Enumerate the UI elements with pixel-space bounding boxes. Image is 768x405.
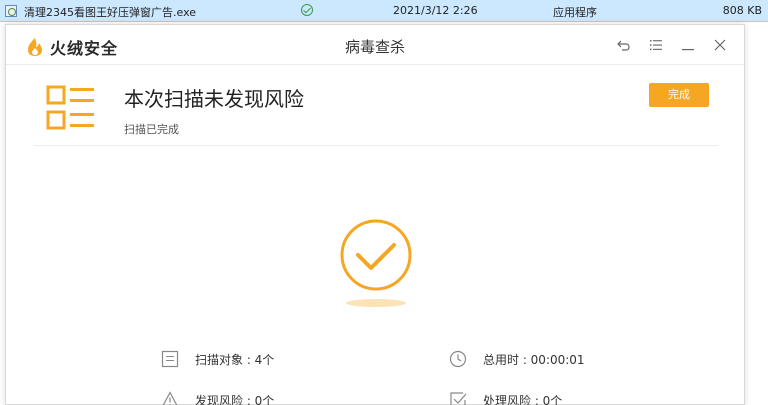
sync-status-icon — [301, 4, 313, 16]
report-list-icon — [46, 85, 94, 130]
file-date: 2021/3/12 2:26 — [393, 4, 478, 17]
titlebar[interactable]: 火绒安全 病毒查杀 — [6, 25, 744, 65]
stat-total-time: 总用时 : 00:00:01 — [449, 350, 585, 368]
result-title: 本次扫描未发现风险 — [124, 87, 304, 111]
window-controls — [600, 37, 728, 53]
stat-scan-objects: 扫描对象 : 4个 — [161, 350, 274, 368]
file-type: 应用程序 — [553, 6, 597, 19]
stat-total-time-text: 总用时 : 00:00:01 — [483, 352, 585, 367]
file-size: 808 KB — [722, 4, 762, 17]
stat-scan-objects-text: 扫描对象 : 4个 — [195, 352, 275, 367]
divider — [34, 145, 718, 146]
checked-box-icon — [450, 392, 467, 405]
stat-risks-found-text: 发现风险 : 0个 — [195, 393, 275, 405]
document-icon — [161, 350, 179, 368]
stat-risks-handled: 处理风险 : 0个 — [449, 391, 562, 405]
clock-icon — [449, 350, 467, 368]
stat-risks-handled-text: 处理风险 : 0个 — [483, 393, 563, 405]
exe-file-icon — [5, 5, 17, 17]
close-icon[interactable] — [712, 37, 728, 53]
back-icon[interactable] — [616, 37, 632, 53]
file-name: 清理2345看图王好压弹窗广告.exe — [24, 6, 197, 19]
success-check-icon — [340, 219, 412, 307]
huorong-window: 火绒安全 病毒查杀 本次扫描未发现风险 扫描已完成 完成 扫描对象: 4个 总… — [5, 24, 745, 405]
done-button[interactable]: 完成 — [649, 83, 709, 107]
minimize-icon[interactable] — [680, 37, 696, 53]
menu-icon[interactable] — [648, 37, 664, 53]
warning-icon — [162, 391, 178, 405]
explorer-file-row[interactable]: 清理2345看图王好压弹窗广告.exe 2021/3/12 2:26 应用程序 … — [0, 0, 768, 22]
result-subtitle: 扫描已完成 — [124, 123, 179, 136]
stat-risks-found: 发现风险 : 0个 — [161, 391, 274, 405]
